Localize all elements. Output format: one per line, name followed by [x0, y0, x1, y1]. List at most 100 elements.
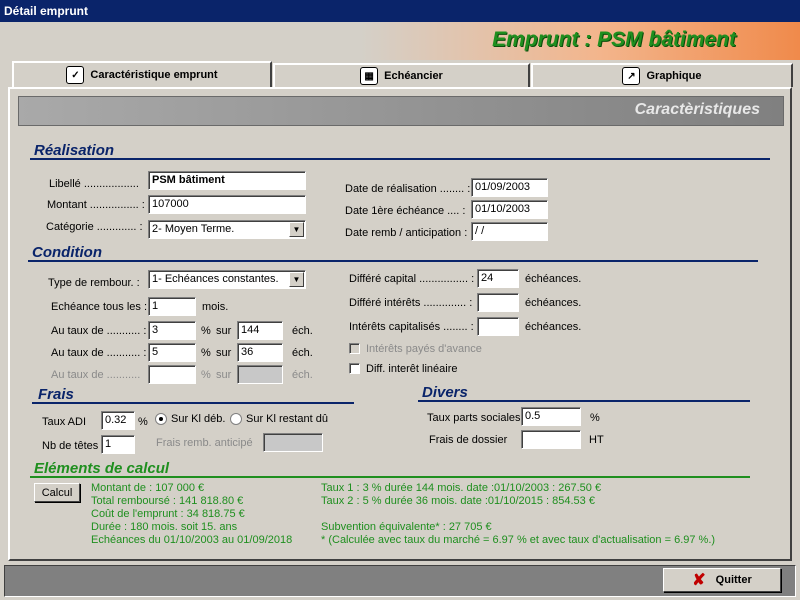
tab-echeancier[interactable]: ▦ Echéancier	[273, 63, 530, 87]
duree2-unit: éch.	[292, 347, 313, 359]
categorie-value: 2- Moyen Terme.	[152, 223, 235, 235]
calc-note: * (Calculée avec taux du marché = 6.97 %…	[321, 534, 716, 546]
montant-label: Montant ................ :	[47, 199, 145, 211]
realisation-divider	[30, 158, 770, 160]
chevron-down-icon[interactable]: ▼	[289, 272, 304, 287]
calc-line-montant: Montant de : 107 000 €	[91, 482, 205, 494]
frais-dossier-field[interactable]	[521, 430, 581, 449]
sur-kl-deb-radio[interactable]	[155, 413, 167, 425]
frais-remb-label: Frais remb. anticipé	[156, 437, 253, 449]
taux-parts-field[interactable]: 0.5	[521, 407, 581, 426]
taux2-field[interactable]: 5	[148, 343, 196, 362]
frais-heading: Frais	[38, 386, 74, 403]
divers-heading: Divers	[422, 384, 468, 401]
date-echeance-label: Date 1ère échéance .... :	[345, 205, 466, 217]
differe-interets-field[interactable]	[477, 293, 519, 312]
taux-parts-label: Taux parts sociales	[427, 412, 521, 424]
taux3-field[interactable]	[148, 365, 196, 384]
quit-button[interactable]: ✘ Quitter	[663, 568, 781, 592]
frais-remb-field	[263, 433, 323, 452]
taux1-field[interactable]: 3	[148, 321, 196, 340]
window-title: Détail emprunt	[4, 4, 89, 18]
calc-taux2: Taux 2 : 5 % durée 36 mois. date :01/10/…	[321, 495, 595, 507]
sur-kl-restant-label: Sur Kl restant dû	[246, 413, 328, 425]
diff-interet-label: Diff. interêt linéaire	[366, 363, 458, 375]
echeance-field[interactable]: 1	[148, 297, 196, 316]
echeance-label: Echéance tous les :	[51, 301, 148, 313]
calc-subvention: Subvention équivalente* : 27 705 €	[321, 521, 492, 533]
taux-adi-label: Taux ADI	[42, 416, 87, 428]
differe-capital-unit: échéances.	[525, 273, 582, 285]
duree1-unit: éch.	[292, 325, 313, 337]
echeance-unit: mois.	[202, 301, 229, 313]
date-echeance-field[interactable]: 01/10/2003	[471, 200, 548, 219]
taux2-sur: sur	[216, 347, 232, 359]
calcul-button[interactable]: Calcul	[34, 483, 80, 502]
tab-caracteristique[interactable]: ✓ Caractéristique emprunt	[12, 61, 272, 87]
taux2-pct: %	[201, 347, 211, 359]
chevron-down-icon[interactable]: ▼	[289, 222, 304, 237]
section-bar-title: Caractèristiques	[634, 101, 760, 118]
radio-selected-dot	[159, 417, 163, 421]
date-realisation-field[interactable]: 01/09/2003	[471, 178, 548, 197]
duree1-field[interactable]: 144	[237, 321, 283, 340]
interets-capitalises-field[interactable]	[477, 317, 519, 336]
frais-divider	[32, 402, 354, 404]
type-rembour-value: 1- Echéances constantes.	[152, 273, 279, 285]
interets-payes-checkbox	[349, 343, 360, 354]
elements-heading: Eléments de calcul	[34, 460, 170, 477]
type-rembour-select[interactable]: 1- Echéances constantes. ▼	[148, 270, 306, 289]
duree2-field[interactable]: 36	[237, 343, 283, 362]
differe-capital-label: Différé capital ................ :	[349, 273, 475, 285]
tab-label: Graphique	[646, 70, 702, 82]
calc-line-echeances: Echéances du 01/10/2003 au 01/09/2018	[91, 534, 293, 546]
taux3-pct: %	[201, 369, 211, 381]
differe-capital-field[interactable]: 24	[477, 269, 519, 288]
libelle-label: Libellé ..................	[49, 178, 139, 190]
date-realisation-label: Date de réalisation ........ :	[345, 183, 471, 195]
duree3-unit: éch.	[292, 369, 313, 381]
tab-label: Caractéristique emprunt	[90, 69, 218, 81]
interets-capitalises-unit: échéances.	[525, 321, 582, 333]
calc-line-total: Total remboursé : 141 818.80 €	[91, 495, 244, 507]
calc-line-cout: Coût de l'emprunt : 34 818.75 €	[91, 508, 245, 520]
condition-heading: Condition	[32, 244, 102, 261]
calculator-icon: ▦	[360, 67, 379, 85]
differe-interets-label: Différé intérêts .............. :	[349, 297, 473, 309]
differe-interets-unit: échéances.	[525, 297, 582, 309]
taux-parts-pct: %	[590, 412, 600, 424]
frais-dossier-ht: HT	[589, 434, 604, 446]
taux-adi-field[interactable]: 0.32	[101, 411, 135, 430]
taux2-label: Au taux de ........... :	[51, 347, 147, 359]
window-title-bar: Détail emprunt	[0, 0, 800, 22]
elements-divider	[30, 476, 750, 478]
banner-title: Emprunt : PSM bâtiment	[492, 28, 736, 51]
calc-line-duree: Durée : 180 mois. soit 15. ans	[91, 521, 238, 533]
calc-taux1: Taux 1 : 3 % durée 144 mois. date :01/10…	[321, 482, 602, 494]
date-remb-field[interactable]: / /	[471, 222, 548, 241]
date-remb-label: Date remb / anticipation :	[345, 227, 468, 239]
categorie-select[interactable]: 2- Moyen Terme. ▼	[148, 220, 306, 239]
libelle-field[interactable]: PSM bâtiment	[148, 171, 306, 190]
nb-tetes-field[interactable]: 1	[101, 435, 135, 454]
taux-adi-pct: %	[138, 416, 148, 428]
tab-graphique[interactable]: ↗ Graphique	[531, 63, 793, 87]
condition-divider	[28, 260, 758, 262]
categorie-label: Catégorie ............. :	[46, 221, 143, 233]
close-icon: ✘	[692, 572, 706, 589]
tab-label: Echéancier	[384, 70, 443, 82]
diff-interet-checkbox[interactable]	[349, 363, 360, 374]
interets-capitalises-label: Intérêts capitalisés ........ :	[349, 321, 474, 333]
frais-dossier-label: Frais de dossier	[429, 434, 508, 446]
sur-kl-restant-radio[interactable]	[230, 413, 242, 425]
checkmark-icon: ✓	[66, 66, 85, 84]
duree3-field	[237, 365, 283, 384]
taux1-pct: %	[201, 325, 211, 337]
taux3-label: Au taux de ...........	[51, 369, 141, 381]
taux1-label: Au taux de ........... :	[51, 325, 147, 337]
realisation-heading: Réalisation	[34, 142, 115, 159]
nb-tetes-label: Nb de têtes	[42, 440, 99, 452]
montant-field[interactable]: 107000	[148, 195, 306, 214]
taux3-sur: sur	[216, 369, 232, 381]
sur-kl-deb-label: Sur Kl déb.	[171, 413, 226, 425]
